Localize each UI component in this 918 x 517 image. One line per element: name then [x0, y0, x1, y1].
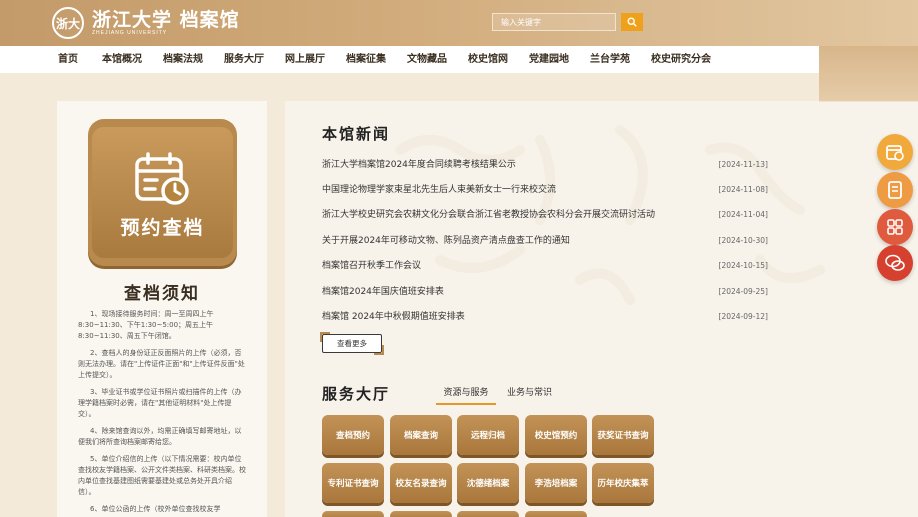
- search-button[interactable]: [621, 13, 643, 31]
- calendar-icon: [886, 145, 904, 161]
- nav-item-relics[interactable]: 文物藏品: [407, 46, 447, 73]
- nav-item-overview[interactable]: 本馆概况: [102, 46, 142, 73]
- nav-item-history-museum[interactable]: 校史馆网: [468, 46, 508, 73]
- header: 浙大 浙江大学 档案馆 ZHEJIANG UNIVERSITY: [0, 0, 918, 46]
- main-nav: 首页 本馆概况 档案法规 服务大厅 网上展厅 档案征集 文物藏品 校史馆网 党建…: [0, 46, 819, 73]
- logo[interactable]: 浙大 浙江大学 档案馆 ZHEJIANG UNIVERSITY: [52, 5, 240, 41]
- nav-item-collection[interactable]: 档案征集: [346, 46, 386, 73]
- service-button-partial[interactable]: [390, 511, 452, 517]
- university-seal-icon: 浙大: [52, 7, 84, 39]
- news-item-date: [2024-09-12]: [718, 312, 768, 321]
- service-button-partial[interactable]: [322, 511, 384, 517]
- document-icon: [888, 181, 902, 199]
- appointment-card-label: 预约查档: [120, 217, 205, 239]
- service-button-remote-filing[interactable]: 远程归档: [457, 415, 519, 455]
- calendar-clock-icon: [134, 152, 189, 205]
- news-item-date: [2024-10-15]: [718, 261, 768, 270]
- nav-item-lantai[interactable]: 兰台学苑: [590, 46, 630, 73]
- notice-list: 1、现场接待服务时间：周一至周四上午8:30~11:30、下午1:30~5:00…: [78, 309, 246, 517]
- logo-title: 浙江大学 档案馆: [92, 8, 240, 31]
- service-button-award-certificate[interactable]: 获奖证书查询: [592, 415, 654, 455]
- news-item[interactable]: 中国理论物理学家束星北先生后人束美新女士一行来校交流 [2024-11-08]: [322, 183, 768, 197]
- appointment-card-inner: 预约查档: [92, 127, 233, 258]
- service-button-alumni[interactable]: 校友名录查询: [390, 463, 452, 503]
- header-photo-strip: [819, 46, 918, 102]
- float-appointment-button[interactable]: [877, 134, 913, 170]
- nav-item-research-branch[interactable]: 校史研究分会: [651, 46, 711, 73]
- service-button-shen-dexu[interactable]: 沈德绪档案: [457, 463, 519, 503]
- nav-item-party[interactable]: 党建园地: [529, 46, 569, 73]
- view-more-button[interactable]: 查看更多: [320, 332, 384, 355]
- news-item-title[interactable]: 档案馆2024年国庆值班安排表: [322, 285, 444, 299]
- news-item-title[interactable]: 关于开展2024年可移动文物、陈列品资产清点盘查工作的通知: [322, 234, 570, 248]
- service-button-archive-query[interactable]: 档案查询: [390, 415, 452, 455]
- service-button-li-haopei[interactable]: 李浩培档案: [525, 463, 587, 503]
- news-item[interactable]: 关于开展2024年可移动文物、陈列品资产清点盘查工作的通知 [2024-10-3…: [322, 234, 768, 248]
- news-item-date: [2024-11-04]: [718, 210, 768, 219]
- news-item-date: [2024-10-30]: [718, 236, 768, 245]
- news-item-title[interactable]: 中国理论物理学家束星北先生后人束美新女士一行来校交流: [322, 183, 556, 197]
- news-item-date: [2024-09-25]: [718, 287, 768, 296]
- float-apps-button[interactable]: [877, 209, 913, 245]
- search-icon: [627, 17, 637, 27]
- logo-text: 浙江大学 档案馆 ZHEJIANG UNIVERSITY: [92, 10, 240, 37]
- news-item[interactable]: 档案馆 2024年中秋假期值班安排表 [2024-09-12]: [322, 310, 768, 324]
- notice-title: 查档须知: [124, 284, 200, 304]
- news-section-title: 本馆新闻: [322, 125, 391, 143]
- news-item[interactable]: 档案馆2024年国庆值班安排表 [2024-09-25]: [322, 285, 768, 299]
- wechat-icon: [885, 254, 905, 271]
- notice-item: 4、除来馆查询以外，均需正确填写邮寄地址，以便我们将所查询档案邮寄给您。: [78, 427, 242, 446]
- service-button-museum-booking[interactable]: 校史馆预约: [525, 415, 587, 455]
- float-wechat-button[interactable]: [877, 245, 913, 281]
- news-item-title[interactable]: 浙江大学档案馆2024年度合同续聘考核结果公示: [322, 158, 516, 172]
- nav-item-service-hall[interactable]: 服务大厅: [224, 46, 264, 73]
- news-item-date: [2024-11-13]: [718, 160, 768, 169]
- service-button-partial[interactable]: [457, 511, 519, 517]
- grid-icon: [887, 219, 903, 235]
- service-button-anniversary[interactable]: 历年校庆集萃: [592, 463, 654, 503]
- news-item-title[interactable]: 浙江大学校史研究会农耕文化分会联合浙江省老教授协会农科分会开展交流研讨活动: [322, 208, 655, 222]
- nav-item-home[interactable]: 首页: [58, 46, 78, 73]
- news-item[interactable]: 档案馆召开秋季工作会议 [2024-10-15]: [322, 259, 768, 273]
- notice-item: 6、单位公函的上传（校外单位查找校友学: [90, 505, 221, 513]
- notice-item: 2、查档人的身份证正反面照片的上传（必须，否则无法办理。请在"上传证件正面"和"…: [78, 349, 245, 379]
- news-item[interactable]: 浙江大学校史研究会农耕文化分会联合浙江省老教授协会农科分会开展交流研讨活动 [2…: [322, 208, 768, 222]
- news-item-title[interactable]: 档案馆 2024年中秋假期值班安排表: [322, 310, 465, 324]
- service-button-partial[interactable]: [525, 511, 587, 517]
- notice-item: 5、单位介绍信的上传（以下情况需要：校内单位查找校友学籍档案、公开文件类档案、科…: [78, 455, 246, 496]
- service-button-appointment[interactable]: 查档预约: [322, 415, 384, 455]
- logo-subtitle: ZHEJIANG UNIVERSITY: [92, 29, 168, 36]
- notice-item: 1、现场接待服务时间：周一至周四上午8:30~11:30、下午1:30~5:00…: [78, 310, 214, 340]
- appointment-card[interactable]: 预约查档: [88, 119, 237, 266]
- nav-item-regulations[interactable]: 档案法规: [163, 46, 203, 73]
- news-item[interactable]: 浙江大学档案馆2024年度合同续聘考核结果公示 [2024-11-13]: [322, 158, 768, 172]
- news-item-title[interactable]: 档案馆召开秋季工作会议: [322, 259, 421, 273]
- search-input[interactable]: [492, 13, 616, 31]
- service-button-patent[interactable]: 专利证书查询: [322, 463, 384, 503]
- tab-resources[interactable]: 资源与服务: [436, 385, 496, 405]
- float-document-button[interactable]: [877, 172, 913, 208]
- nav-item-online-exhibit[interactable]: 网上展厅: [285, 46, 325, 73]
- news-item-date: [2024-11-08]: [718, 185, 768, 194]
- services-section-title: 服务大厅: [322, 385, 391, 403]
- tab-knowledge[interactable]: 业务与常识: [507, 385, 552, 401]
- notice-item: 3、毕业证书或学位证书照片或扫描件的上传（办理学籍档案时必需，请在"其他证明材料…: [78, 388, 242, 418]
